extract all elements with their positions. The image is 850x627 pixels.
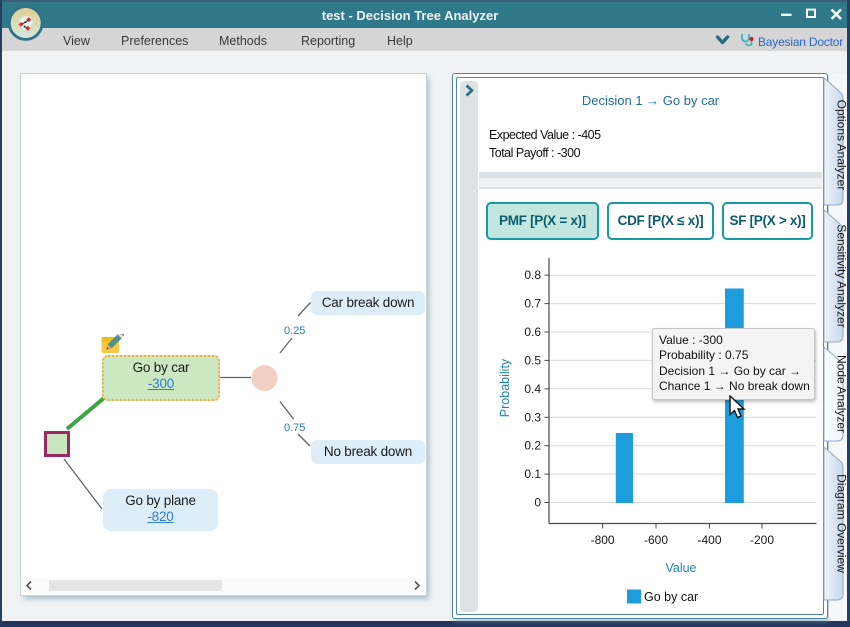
svg-text:-800: -800 xyxy=(591,533,615,547)
svg-text:0.3: 0.3 xyxy=(524,410,541,424)
svg-text:-600: -600 xyxy=(644,533,668,547)
svg-text:0: 0 xyxy=(534,496,541,510)
svg-text:0.5: 0.5 xyxy=(524,353,541,367)
svg-text:Value: Value xyxy=(665,561,696,575)
svg-text:0.4: 0.4 xyxy=(524,382,541,396)
svg-text:0.2: 0.2 xyxy=(524,439,541,453)
svg-text:Node Analyzer: Node Analyzer xyxy=(835,355,849,433)
svg-text:0.8: 0.8 xyxy=(524,268,541,282)
svg-text:Probability: Probability xyxy=(498,358,512,417)
svg-text:0.1: 0.1 xyxy=(524,467,541,481)
svg-text:Options Analyzer: Options Analyzer xyxy=(835,100,849,191)
svg-text:0.7: 0.7 xyxy=(524,297,541,311)
svg-text:Sensitivity Analyzer: Sensitivity Analyzer xyxy=(835,224,849,327)
svg-text:Diagram Overview: Diagram Overview xyxy=(835,474,849,573)
svg-text:-200: -200 xyxy=(750,533,774,547)
svg-text:0.6: 0.6 xyxy=(524,325,541,339)
svg-text:-400: -400 xyxy=(697,533,721,547)
svg-text:Go by car: Go by car xyxy=(644,590,698,604)
